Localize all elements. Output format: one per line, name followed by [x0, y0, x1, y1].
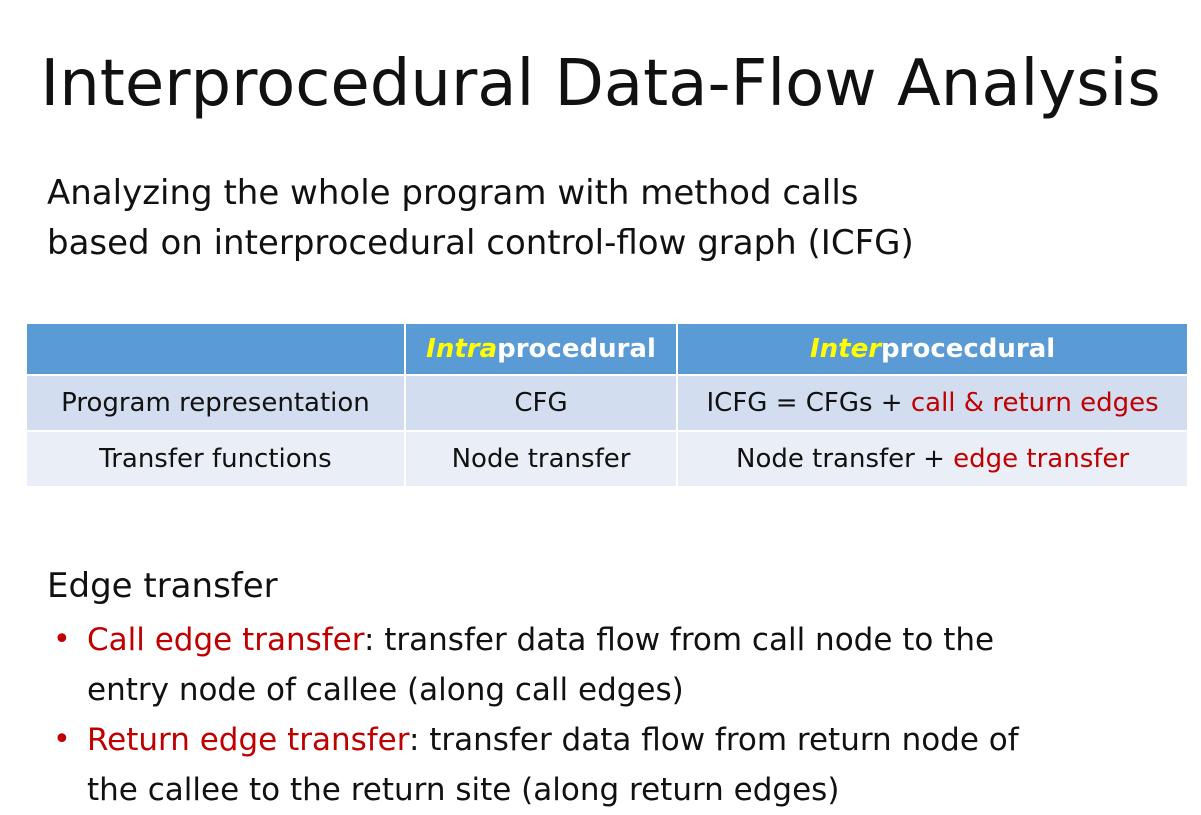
list-item: • Return edge transfer: transfer data fl…	[47, 715, 1187, 815]
intra-highlight: Intra	[426, 334, 498, 364]
bullet-text: : transfer data flow from call node to t…	[363, 622, 995, 658]
bullet-term: Return edge transfer	[87, 722, 409, 758]
intra-cell: Node transfer	[403, 430, 679, 488]
inter-cell-plain: ICFG = CFGs +	[706, 388, 911, 418]
intra-rest: procedural	[497, 334, 656, 364]
bullet-line-1: Call edge transfer: transfer data flow f…	[87, 615, 1187, 665]
edge-transfer-heading: Edge transfer	[47, 566, 278, 606]
bullet-term: Call edge transfer	[87, 622, 364, 658]
table-row: Program representation CFG ICFG = CFGs +…	[25, 374, 1189, 432]
header-cell-empty	[25, 322, 406, 376]
bullet-line-2: entry node of callee (along call edges)	[87, 672, 684, 708]
inter-cell: Node transfer + edge transfer	[676, 430, 1189, 488]
intro-line-1: Analyzing the whole program with method …	[47, 173, 859, 213]
bullet-text: : transfer data flow from return node of	[408, 722, 1019, 758]
bullet-icon: •	[53, 722, 71, 757]
inter-cell: ICFG = CFGs + call & return edges	[676, 374, 1189, 432]
intro-line-2: based on interprocedural control-flow gr…	[47, 223, 914, 263]
intro-text: Analyzing the whole program with method …	[47, 168, 1177, 268]
bullet-line-1: Return edge transfer: transfer data flow…	[87, 715, 1187, 765]
bullet-line-2: the callee to the return site (along ret…	[87, 772, 840, 808]
list-item: • Call edge transfer: transfer data flow…	[47, 615, 1187, 715]
row-label: Program representation	[25, 374, 406, 432]
table-row: Transfer functions Node transfer Node tr…	[25, 430, 1189, 488]
slide-title: Interprocedural Data-Flow Analysis	[40, 47, 1161, 121]
comparison-table: Intraprocedural Interprocecdural Program…	[25, 322, 1189, 488]
inter-highlight: Inter	[809, 334, 882, 364]
bullet-icon: •	[53, 622, 71, 657]
inter-cell-highlight: edge transfer	[953, 444, 1130, 474]
header-cell-interprocedural: Interprocecdural	[676, 322, 1189, 376]
edge-transfer-list: • Call edge transfer: transfer data flow…	[47, 615, 1187, 815]
inter-rest: procecdural	[881, 334, 1056, 364]
table-header-row: Intraprocedural Interprocecdural	[25, 322, 1189, 376]
intra-cell: CFG	[403, 374, 679, 432]
header-cell-intraprocedural: Intraprocedural	[403, 322, 679, 376]
inter-cell-plain: Node transfer +	[736, 444, 954, 474]
row-label: Transfer functions	[25, 430, 406, 488]
inter-cell-highlight: call & return edges	[910, 388, 1159, 418]
